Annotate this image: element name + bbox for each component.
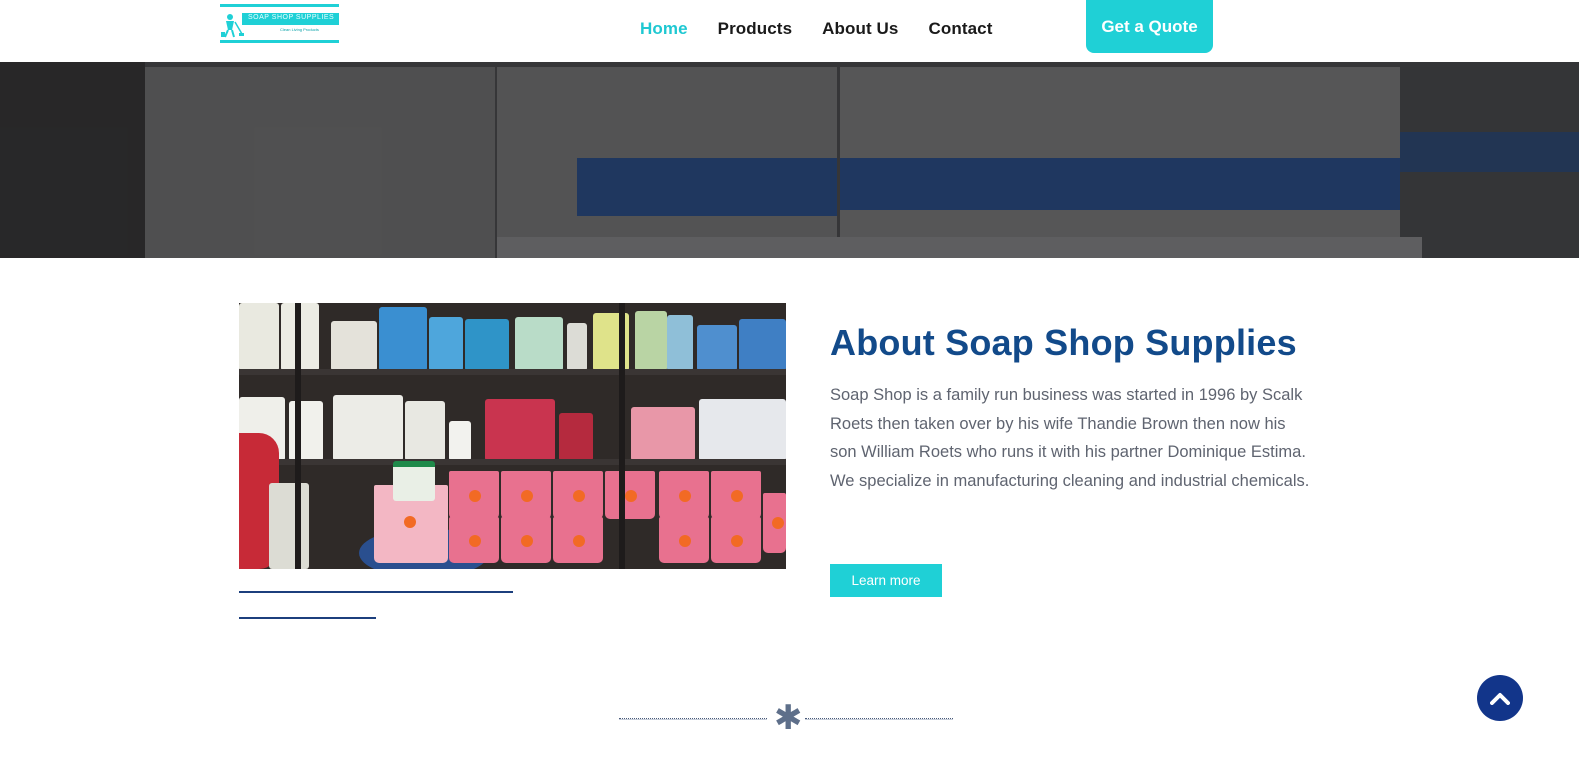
pink-tub bbox=[501, 471, 551, 519]
product-jug bbox=[379, 307, 427, 371]
product-jug bbox=[559, 413, 593, 461]
decorative-line bbox=[239, 591, 513, 593]
product-jug bbox=[269, 483, 309, 569]
product-jug bbox=[567, 323, 587, 371]
product-jug bbox=[699, 399, 786, 461]
asterisk-icon: ✱ bbox=[774, 699, 803, 737]
product-jug bbox=[739, 319, 786, 371]
main-nav: Home Products About Us Contact bbox=[640, 19, 1022, 39]
pink-tub bbox=[711, 517, 761, 563]
back-to-top-button[interactable] bbox=[1477, 675, 1523, 721]
pink-tub bbox=[711, 471, 761, 519]
shelf bbox=[239, 459, 786, 465]
product-jug bbox=[631, 407, 695, 461]
product-jug bbox=[697, 325, 737, 371]
divider-line-right bbox=[805, 718, 953, 720]
logo-tagline: Clean Living Products bbox=[280, 27, 319, 32]
product-jug bbox=[239, 303, 279, 371]
pink-tub bbox=[449, 471, 499, 519]
product-jug bbox=[331, 321, 377, 371]
shelf bbox=[239, 369, 786, 375]
about-product-shelves-image bbox=[239, 303, 786, 569]
chevron-up-icon bbox=[1490, 693, 1510, 705]
nav-contact[interactable]: Contact bbox=[928, 19, 992, 39]
product-jug bbox=[515, 317, 563, 371]
site-header: SOAP SHOP SUPPLIES Clean Living Products… bbox=[0, 0, 1579, 62]
site-logo[interactable]: SOAP SHOP SUPPLIES Clean Living Products bbox=[220, 4, 339, 44]
product-jug bbox=[405, 401, 445, 461]
cleaner-figure-icon bbox=[221, 14, 244, 38]
logo-top-bar bbox=[220, 4, 339, 7]
product-jug bbox=[429, 317, 463, 371]
product-jug bbox=[449, 421, 471, 461]
pink-tub bbox=[763, 493, 786, 553]
nav-home[interactable]: Home bbox=[640, 19, 688, 39]
pink-tub bbox=[501, 517, 551, 563]
nav-about-us[interactable]: About Us bbox=[822, 19, 898, 39]
shelf-rack bbox=[619, 303, 625, 569]
logo-text: SOAP SHOP SUPPLIES bbox=[248, 14, 335, 21]
nav-products[interactable]: Products bbox=[718, 19, 792, 39]
pink-tub bbox=[449, 517, 499, 563]
about-description: Soap Shop is a family run business was s… bbox=[830, 386, 1310, 490]
decorative-line bbox=[239, 617, 376, 619]
product-jug bbox=[635, 311, 667, 371]
about-title: About Soap Shop Supplies bbox=[830, 322, 1297, 363]
section-divider: ✱ bbox=[619, 699, 953, 737]
hero-banner-image bbox=[0, 62, 1579, 258]
get-a-quote-button[interactable]: Get a Quote bbox=[1086, 0, 1213, 53]
pink-tub bbox=[659, 517, 709, 563]
divider-line-left bbox=[619, 718, 767, 720]
banner-overlay bbox=[0, 62, 1579, 258]
learn-more-button[interactable]: Learn more bbox=[830, 564, 942, 597]
logo-bottom-bar bbox=[220, 40, 339, 43]
green-lid-tub bbox=[393, 461, 435, 501]
product-jug bbox=[465, 319, 509, 371]
pink-tub bbox=[553, 517, 603, 563]
logo-band: SOAP SHOP SUPPLIES bbox=[242, 13, 339, 25]
pink-tub bbox=[553, 471, 603, 519]
shelf-rack bbox=[295, 303, 301, 569]
pink-tub bbox=[605, 471, 655, 519]
product-jug bbox=[667, 315, 693, 371]
product-jug bbox=[333, 395, 403, 461]
pink-tub bbox=[659, 471, 709, 519]
product-jug bbox=[485, 399, 555, 461]
